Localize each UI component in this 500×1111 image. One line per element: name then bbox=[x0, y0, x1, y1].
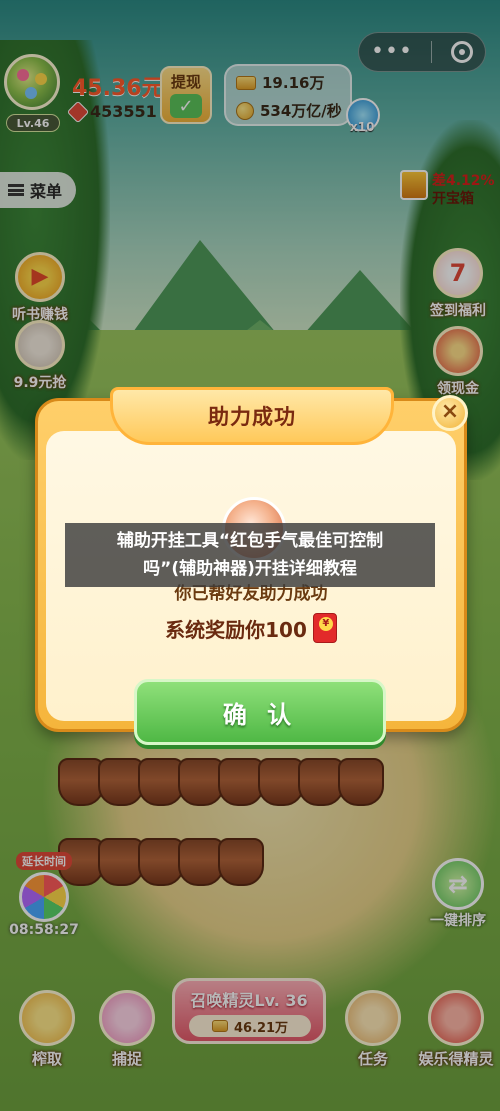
confirm-button[interactable]: 确 认 bbox=[134, 679, 386, 745]
dialog-title: 助力成功 bbox=[208, 405, 296, 429]
dialog-header-ribbon: 助力成功 bbox=[110, 387, 394, 445]
red-packet-icon bbox=[312, 613, 337, 643]
caption-line-2: 吗”(辅助神器)开挂详细教程 bbox=[143, 559, 357, 579]
reward-row: 系统奖励你100 bbox=[46, 613, 456, 643]
caption-line-1: 辅助开挂工具“红包手气最佳可控制 bbox=[116, 531, 384, 551]
reward-text: 系统奖励你100 bbox=[165, 617, 307, 642]
caption-banner: 辅助开挂工具“红包手气最佳可控制 吗”(辅助神器)开挂详细教程 bbox=[65, 523, 435, 587]
close-icon[interactable]: × bbox=[432, 395, 468, 431]
